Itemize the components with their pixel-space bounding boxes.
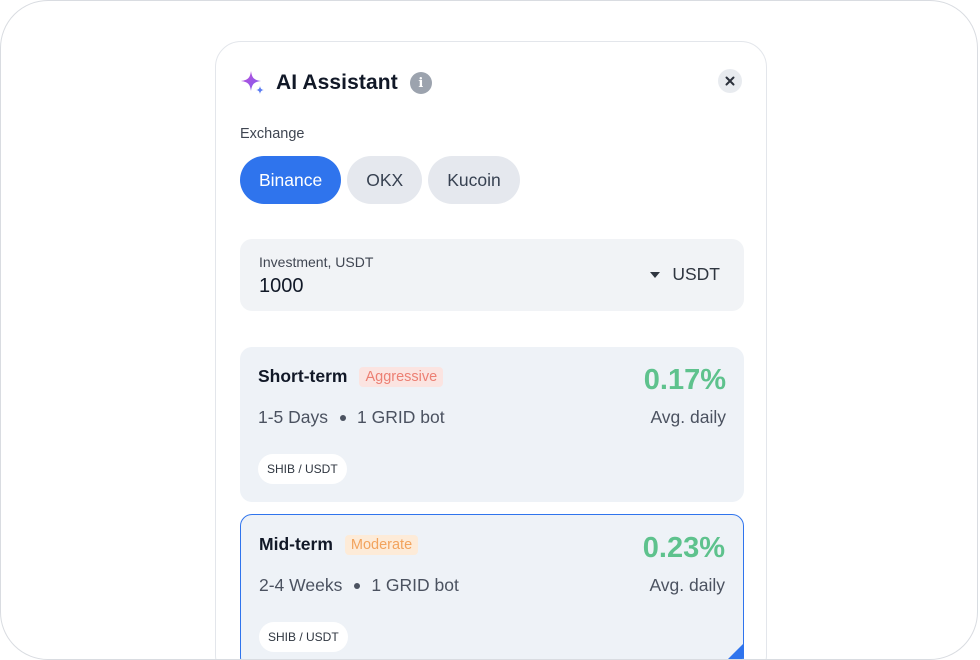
currency-value: USDT: [672, 264, 720, 284]
risk-badge: Aggressive: [359, 366, 444, 387]
exchange-label: Exchange: [240, 126, 305, 142]
exchange-selector: Binance OKX Kucoin: [240, 156, 520, 204]
currency-dropdown[interactable]: USDT: [650, 264, 720, 285]
separator-dot: [354, 582, 361, 589]
selected-corner-indicator: [718, 643, 743, 659]
trading-pair-tag: SHIB / USDT: [259, 622, 348, 652]
trading-pair-tag: SHIB / USDT: [258, 454, 347, 484]
exchange-option-okx[interactable]: OKX: [347, 156, 423, 204]
strategy-title-row: Mid-term Moderate: [259, 534, 419, 555]
avg-daily-return: 0.23%: [642, 532, 725, 564]
ai-assistant-panel: AI Assistant i Exchange Binance OKX Kuco…: [215, 41, 767, 659]
investment-label: Investment, USDT: [259, 254, 374, 270]
caret-down-icon: [650, 271, 661, 278]
strategy-meta: 1-5 Days 1 GRID bot: [258, 407, 445, 428]
strategy-duration: 1-5 Days: [258, 407, 329, 427]
avg-daily-label: Avg. daily: [649, 575, 725, 595]
strategy-bots: 1 GRID bot: [371, 575, 459, 595]
exchange-option-binance[interactable]: Binance: [240, 156, 342, 204]
strategy-duration: 2-4 Weeks: [259, 575, 343, 595]
strategy-name: Short-term: [258, 366, 348, 386]
avg-daily-return: 0.17%: [643, 364, 726, 396]
window-frame: AI Assistant i Exchange Binance OKX Kuco…: [0, 0, 978, 660]
avg-daily-label: Avg. daily: [650, 407, 726, 427]
investment-input[interactable]: 1000: [259, 275, 304, 298]
strategy-bots: 1 GRID bot: [357, 407, 445, 427]
info-icon[interactable]: i: [409, 72, 432, 94]
panel-title: AI Assistant: [276, 71, 398, 94]
risk-badge: Moderate: [344, 534, 419, 555]
strategy-name: Mid-term: [259, 534, 333, 554]
sparkle-icon: [241, 71, 264, 94]
panel-header: AI Assistant i: [240, 68, 432, 98]
strategy-card-mid-term[interactable]: Mid-term Moderate 2-4 Weeks 1 GRID bot S…: [240, 514, 744, 659]
exchange-option-kucoin[interactable]: Kucoin: [428, 156, 520, 204]
separator-dot: [340, 414, 347, 421]
investment-field[interactable]: Investment, USDT 1000 USDT: [240, 239, 744, 311]
close-icon: [725, 76, 735, 86]
strategy-title-row: Short-term Aggressive: [258, 366, 444, 387]
strategy-card-short-term[interactable]: Short-term Aggressive 1-5 Days 1 GRID bo…: [240, 347, 744, 502]
close-button[interactable]: [718, 69, 742, 93]
strategy-meta: 2-4 Weeks 1 GRID bot: [259, 575, 459, 596]
